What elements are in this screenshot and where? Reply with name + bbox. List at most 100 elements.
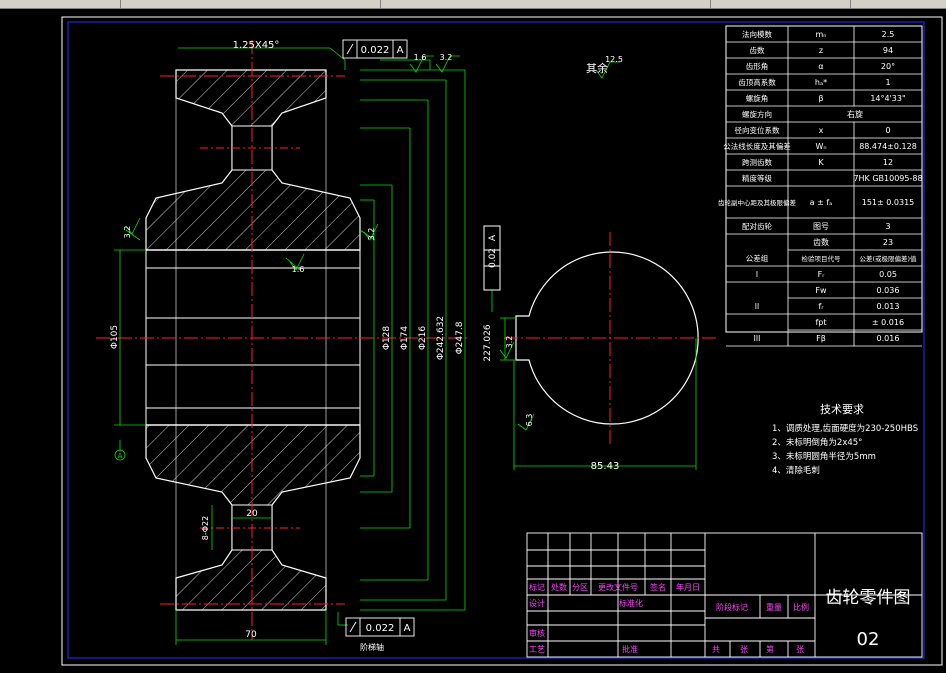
dim-bore-dia: Φ105 — [110, 325, 120, 349]
param-symbol: 检验项目代号 — [802, 254, 842, 263]
tb-shenhe: 审核 — [529, 628, 545, 638]
param-name: 齿顶高系数 — [738, 77, 776, 87]
param-value: 88.474±0.128 — [859, 142, 917, 151]
param-symbol: z — [819, 46, 823, 55]
param-symbol: Fᵣ — [818, 270, 826, 279]
keyway-depth: 227.026 — [483, 324, 493, 361]
tech-req-item-4: 4、清除毛刺 — [772, 465, 820, 476]
dim-dia-174: Φ174 — [400, 326, 410, 351]
param-value: 3 — [885, 222, 890, 231]
dim-dia-128: Φ128 — [382, 326, 392, 351]
param-name: 齿数 — [750, 45, 765, 55]
tech-req-item-1: 1、调质处理,齿面硬度为230-250HBS — [772, 423, 918, 434]
param-value: 20° — [881, 62, 895, 71]
roughness-right: 3.2 — [367, 228, 376, 241]
param-name: 齿轮副中心距及其极限偏差 — [718, 198, 797, 207]
param-value: 2.5 — [882, 30, 895, 39]
param-name: 螺旋角 — [746, 93, 769, 103]
rest-roughness-value: 12.5 — [605, 55, 623, 64]
drawing-number: 02 — [857, 629, 880, 650]
tech-req-item-3: 3、未标明圆角半径为5mm — [772, 451, 876, 462]
param-name: 公差组 — [746, 253, 769, 263]
param-value: 23 — [883, 238, 893, 247]
tb-fenqu: 分区 — [572, 583, 588, 592]
tb-zhongliang: 重量 — [766, 602, 782, 612]
roughness-left: 3.2 — [123, 226, 132, 239]
dim-dia-242: Φ242.632 — [436, 316, 446, 360]
param-symbol: Wₙ — [815, 142, 826, 151]
param-value: 0.036 — [877, 286, 900, 295]
section-caption: 阶梯轴 — [360, 642, 384, 652]
param-value: 0.05 — [879, 270, 897, 279]
gear-parameter-table: 法向模数 mₙ 2.5 齿数 z 94 齿形角 α 20° 齿顶高系数 hₐ* 1 螺旋角 β 14°4'3… — [718, 25, 923, 347]
param-symbol: 图号 — [813, 222, 829, 231]
drawing-title: 齿轮零件图 — [826, 588, 911, 608]
param-value: 公差(或极限偏差)值 — [859, 254, 917, 263]
param-name: III — [754, 334, 761, 343]
cad-drawing-canvas[interactable]: 1.25X45° 0.022 A 0.022 A 1.6 3.2 1.6 3.2… — [0, 0, 946, 673]
param-value: 0.013 — [877, 302, 900, 311]
param-value: 右旋 — [847, 109, 863, 119]
chamfer-label: 1.25X45° — [233, 40, 280, 51]
param-name: I — [756, 270, 758, 279]
outer-border — [61, 16, 943, 666]
param-symbol: fᵣ — [819, 302, 825, 311]
roughness-bore: 1.6 — [292, 265, 305, 274]
tech-req-item-2: 2、未标明倒角为2x45° — [772, 437, 862, 448]
param-value: 94 — [883, 46, 893, 55]
tb-qianming: 签名 — [650, 582, 666, 592]
dim-web-thickness: 20 — [246, 509, 258, 519]
param-name: 配对齿轮 — [742, 221, 772, 231]
param-name: 精度等级 — [742, 173, 772, 183]
dim-face-width: 70 — [245, 630, 257, 640]
tb-biaoji: 标记 — [529, 582, 545, 592]
tb-di: 第 — [766, 644, 774, 654]
param-symbol: mₙ — [816, 30, 827, 39]
roughness-top-b: 3.2 — [440, 53, 453, 62]
side-roughness: 6.3 — [525, 414, 534, 427]
datum-a-marker: A — [118, 452, 123, 460]
tb-sheji: 设计 — [529, 598, 545, 608]
keyway-tol-value: 0.02 — [488, 248, 498, 268]
dimension-lines — [114, 47, 466, 645]
dim-dia-247: Φ247.8 — [455, 321, 465, 354]
runout-bottom-datum: A — [404, 623, 411, 634]
param-symbol: K — [818, 158, 824, 167]
keyway-roughness: 3.2 — [505, 336, 514, 349]
roughness-top-a: 1.6 — [414, 53, 427, 62]
runout-top-datum: A — [397, 45, 404, 56]
tb-zhang2: 张 — [796, 645, 804, 654]
param-value: 151± 0.0315 — [862, 198, 915, 207]
keyway-tol-datum: A — [488, 234, 498, 241]
runout-top-value: 0.022 — [361, 45, 390, 56]
hub-end-view — [504, 232, 716, 445]
param-value: 7HK GB10095-88 — [853, 174, 922, 183]
param-name: 螺旋方向 — [742, 109, 772, 119]
param-name: 径向变位系数 — [735, 125, 780, 135]
tb-gongyi: 工艺 — [529, 645, 545, 654]
dim-dia-216: Φ216 — [418, 326, 428, 351]
inner-border — [67, 21, 925, 659]
tb-pizhun: 批准 — [622, 644, 638, 654]
param-symbol: hₐ* — [815, 78, 827, 87]
gear-section-view — [96, 40, 470, 640]
param-value: 0 — [885, 126, 890, 135]
dim-web-hole: 8-Φ22 — [201, 516, 210, 540]
tb-chushu: 处数 — [551, 582, 567, 592]
param-name: II — [755, 302, 759, 311]
param-symbol: fpt — [815, 318, 826, 327]
tb-date: 年月日 — [676, 582, 700, 592]
param-name: 跨测齿数 — [742, 157, 772, 167]
param-symbol: x — [819, 126, 824, 135]
param-symbol: Fβ — [816, 334, 826, 343]
param-name: 齿形角 — [746, 61, 769, 71]
tb-biaozhunhua: 标准化 — [619, 598, 643, 608]
runout-bottom-value: 0.022 — [366, 623, 395, 634]
param-value: 1 — [885, 78, 890, 87]
param-symbol: 齿数 — [813, 237, 829, 247]
tb-jieduan: 阶段标记 — [716, 602, 748, 612]
param-value: 0.016 — [877, 334, 900, 343]
tb-zhang: 张 — [740, 645, 748, 654]
param-symbol: β — [818, 94, 823, 103]
param-value: ± 0.016 — [872, 318, 904, 327]
